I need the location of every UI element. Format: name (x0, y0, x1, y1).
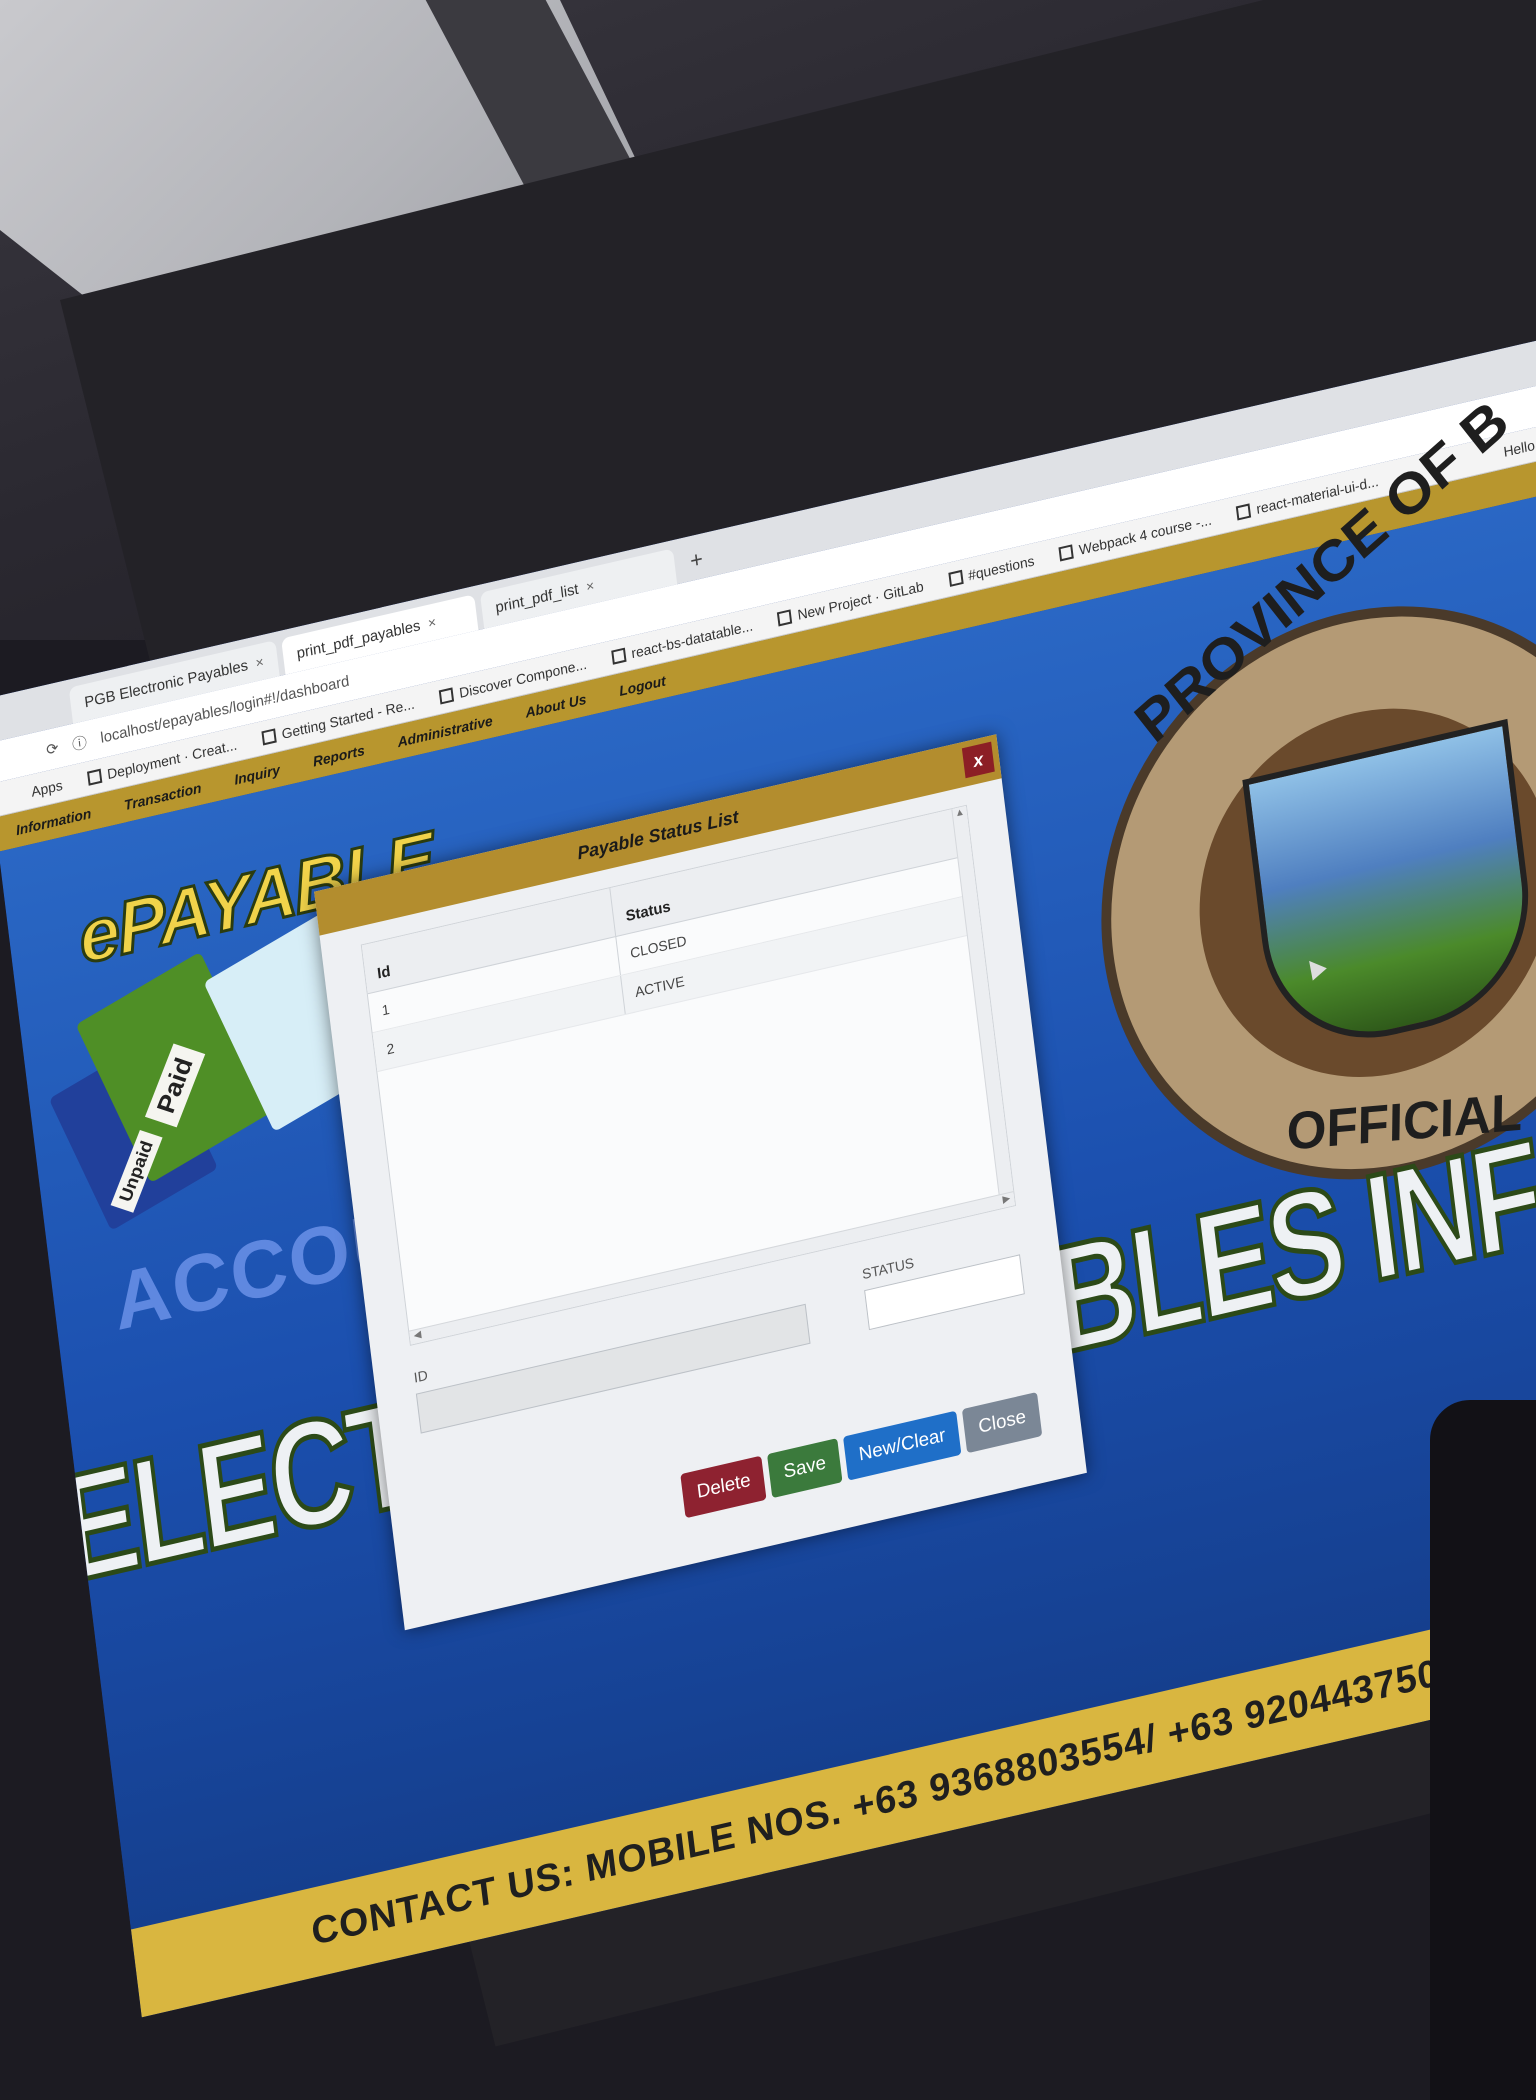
foreground-shadow (1430, 1400, 1536, 2100)
save-button[interactable]: Save (767, 1438, 842, 1498)
delete-button[interactable]: Delete (681, 1456, 767, 1519)
scroll-up-icon[interactable]: ▲ (952, 806, 967, 820)
new-clear-button[interactable]: New/Clear (843, 1411, 962, 1481)
bookmark-icon (1236, 503, 1251, 520)
bookmark-icon (439, 687, 454, 704)
close-tab-icon[interactable]: × (585, 577, 595, 595)
bookmark-apps[interactable]: Apps (30, 776, 63, 799)
bookmark-icon (611, 647, 626, 664)
close-button[interactable]: Close (962, 1392, 1042, 1453)
scroll-left-icon[interactable]: ◀ (413, 1329, 422, 1344)
close-tab-icon[interactable]: × (427, 613, 437, 631)
payable-status-dialog: Payable Status List x Id Status 1 CLOSED… (314, 734, 1087, 1630)
bookmark-icon (261, 728, 276, 745)
bookmark-label: #questions (967, 552, 1035, 583)
nav-reports[interactable]: Reports (312, 742, 366, 770)
gitlab-icon (777, 609, 792, 626)
nav-logout[interactable]: Logout (618, 672, 666, 699)
close-icon[interactable]: x (962, 742, 995, 779)
close-tab-icon[interactable]: × (255, 653, 265, 671)
status-label: STATUS (861, 1254, 915, 1282)
bookmark-icon (948, 569, 963, 586)
horizontal-scrollbar[interactable]: ◀ ▶ (409, 1191, 1015, 1344)
reload-icon[interactable]: ⟳ (45, 739, 59, 760)
nav-inquiry[interactable]: Inquiry (233, 761, 280, 787)
bookmark-icon (1059, 544, 1074, 561)
dialog-title: Payable Status List (576, 806, 739, 864)
nav-about-us[interactable]: About Us (525, 691, 588, 721)
vertical-scrollbar[interactable]: ▲ (951, 806, 1015, 1209)
id-label: ID (413, 1367, 429, 1386)
bookmark-icon (87, 768, 102, 785)
dialog-actions: Delete Save New/Clear Close (681, 1392, 1043, 1518)
scroll-right-icon[interactable]: ▶ (1002, 1193, 1011, 1208)
info-icon[interactable]: ⓘ (71, 731, 88, 755)
